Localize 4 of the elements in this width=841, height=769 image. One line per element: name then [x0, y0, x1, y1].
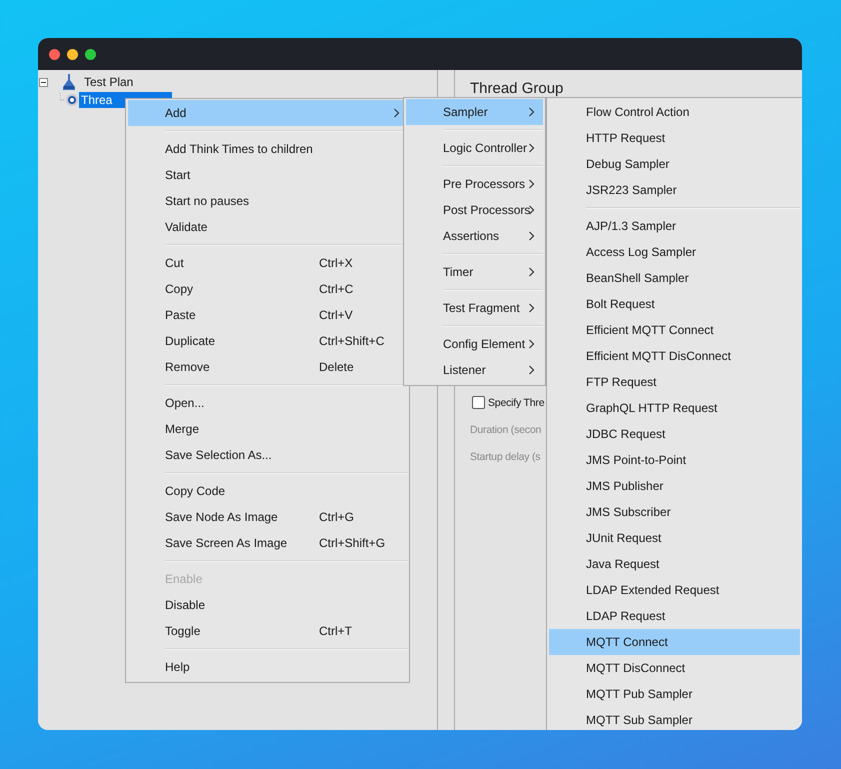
panel-title: Thread Group	[470, 80, 564, 97]
field-label: Duration (secon	[470, 424, 542, 436]
field-label: Startup delay (s	[470, 450, 540, 462]
checkbox-label: Specify Thre	[488, 396, 544, 408]
